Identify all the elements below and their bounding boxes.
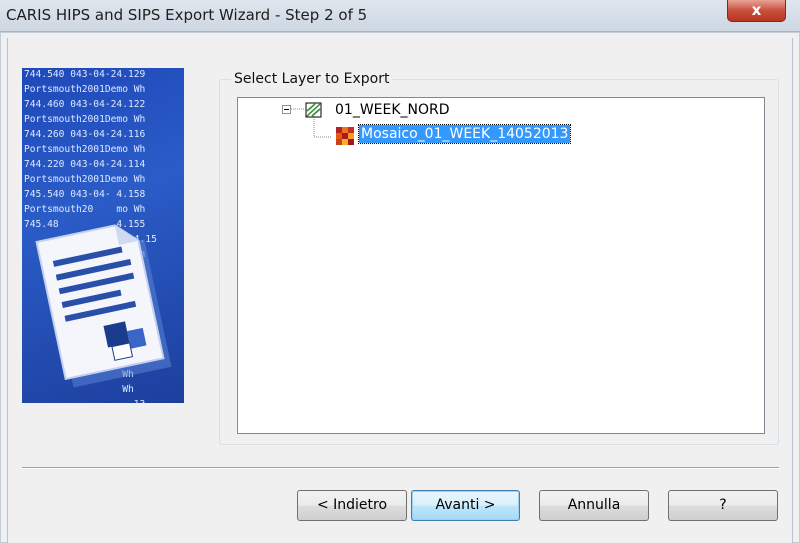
wizard-banner-image: 744.540 043-04-24.129 Portsmouth2001Demo… (22, 68, 184, 403)
raster-mosaic-icon (336, 127, 354, 145)
layer-tree[interactable] (237, 97, 765, 434)
tree-node-mosaico[interactable]: Mosaico_01_WEEK_14052013 (357, 124, 572, 144)
tree-node-01-week-nord[interactable]: 01_WEEK_NORD (335, 102, 450, 118)
vector-layer-icon (305, 102, 322, 118)
window-title: CARIS HIPS and SIPS Export Wizard - Step… (6, 6, 368, 24)
title-bar: CARIS HIPS and SIPS Export Wizard - Step… (0, 0, 800, 32)
close-icon: x (751, 1, 762, 19)
close-button[interactable]: x (727, 0, 786, 22)
back-button[interactable]: < Indietro (297, 490, 407, 521)
group-label: Select Layer to Export (231, 71, 393, 87)
help-button[interactable]: ? (668, 490, 778, 521)
button-separator (22, 467, 779, 469)
cancel-button[interactable]: Annulla (539, 490, 649, 521)
next-button[interactable]: Avanti > (411, 490, 520, 521)
document-icon (35, 224, 172, 388)
